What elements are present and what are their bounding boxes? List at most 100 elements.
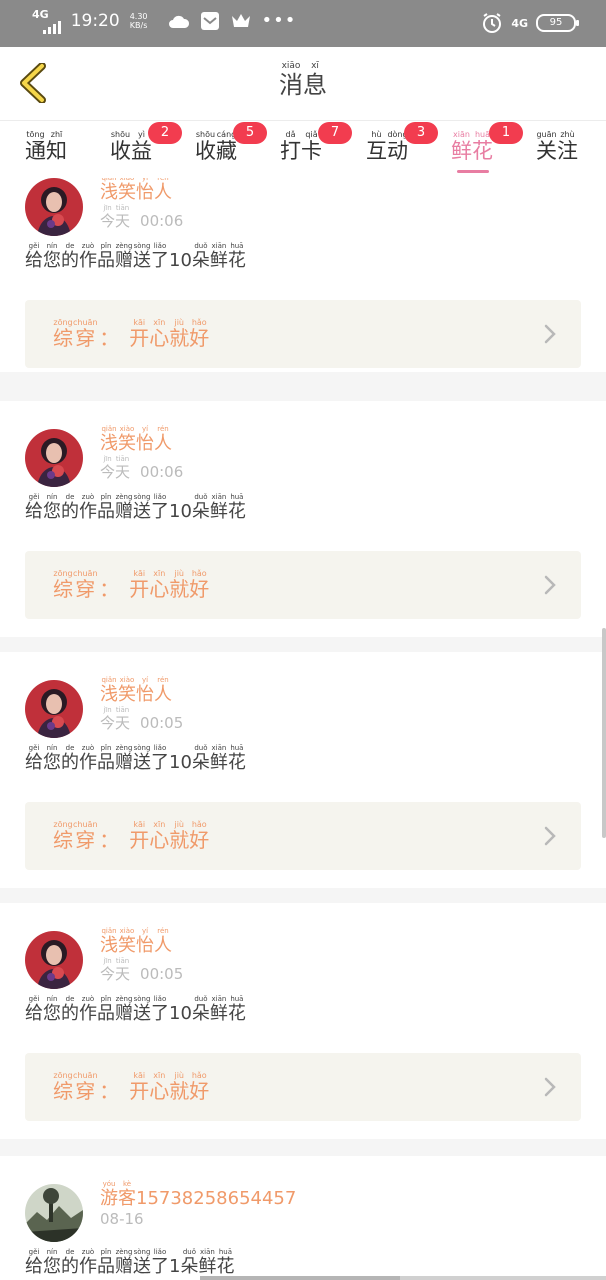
avatar[interactable] [25,178,83,236]
ruby-base: 品 [97,1003,115,1024]
message-card[interactable]: 浅qiǎn笑xiào怡yí人rén 今jīn天tiān00:05 给gěi您nín的… [0,652,606,888]
ruby-pinyin: yóu [100,1180,118,1188]
ruby-base: 的 [61,501,79,522]
ruby-base: 综 [53,326,73,350]
ruby-pinyin: kāi [129,569,150,578]
avatar[interactable] [25,429,83,487]
ruby-pinyin: jiù [169,1071,190,1080]
avatar[interactable] [25,680,83,738]
work-colon: ： [99,1079,120,1103]
ruby-base: 综 [53,1079,73,1103]
ruby-char: 送sòng [133,493,151,522]
ruby-pinyin: huā [227,744,246,752]
chevron-right-icon [544,575,556,595]
ruby-char: 朵duǒ [192,242,210,271]
tab-6[interactable]: 关guān注zhù [536,130,578,178]
ruby-pinyin: jiù [169,820,190,829]
ruby-base: 好 [189,577,210,601]
ruby-base: 了 [151,1003,169,1024]
ruby-char: 穿chuān [73,318,98,350]
message-card[interactable]: 浅qiǎn笑xiào怡yí人rén 今jīn天tiān00:06 给gěi您nín的… [0,401,606,637]
ruby-base: 作 [79,1003,97,1024]
ruby-base: 品 [97,752,115,773]
message-card[interactable]: 浅qiǎn笑xiào怡yí人rén 今jīn天tiān00:05 给gěi您nín的… [0,903,606,1139]
ruby-char: 作zuò [79,242,97,271]
ruby-char: 卡qiǎ [301,130,322,163]
ruby-base: 送 [133,501,151,522]
ruby-char: 花huā [228,242,246,271]
message-card[interactable]: 浅qiǎn笑xiào怡yí人rén 今jīn天tiān00:06 给gěi您nín的… [0,178,606,372]
ruby-pinyin: gěi [25,995,43,1003]
message-card[interactable]: 游yóu客kè15738258654457 08-16 给gěi您nín的de作zu… [0,1156,606,1280]
ruby-base: 人 [154,433,172,454]
ruby-pinyin: zèng [115,493,133,501]
avatar[interactable] [25,1184,83,1242]
tab-3[interactable]: 打dǎ卡qiǎ 7 [280,122,352,178]
ruby-pinyin: hǎo [189,820,210,829]
tab-2[interactable]: 收shōu藏cáng 5 [195,122,267,178]
ruby-char: 朵duǒ [180,1248,199,1277]
scrollbar[interactable] [602,628,606,838]
ruby-base: 动 [387,139,408,163]
ruby-pinyin: chuān [73,569,98,578]
ruby-base: 穿 [73,828,98,852]
ruby-char: 了liǎo [151,493,169,522]
ruby-base: 朵 [180,1256,199,1277]
ruby-char: 花huā [228,744,246,773]
work-link[interactable]: 综zōng穿chuān： 开kāi心xīn就jiù好hǎo [25,551,581,619]
ruby-pinyin: jīn [100,706,116,714]
username[interactable]: 浅qiǎn笑xiào怡yí人rén [100,676,172,706]
ruby-pinyin: shōu [110,130,131,139]
ruby-pinyin: nín [43,493,61,501]
tab-label: 收shōu藏cáng [195,130,237,165]
ruby-pinyin: xīn [149,1071,170,1080]
tab-4[interactable]: 互hù动dòng 3 [366,122,438,178]
ruby-char: 了liǎo [151,744,169,773]
ruby-base: 好 [189,1079,210,1103]
avatar[interactable] [25,931,83,989]
ruby-base: 作 [79,1256,97,1277]
ruby-base: 开 [129,1079,150,1103]
ruby-char: 就jiù [169,1071,189,1103]
ruby-char: 了liǎo [151,995,169,1024]
ruby-char: 收shōu [195,130,216,163]
ruby-char: 给gěi [25,995,43,1024]
ruby-base: 开 [129,828,150,852]
username[interactable]: 浅qiǎn笑xiào怡yí人rén [100,178,172,204]
ruby-char: 送sòng [133,242,151,271]
work-link[interactable]: 综zōng穿chuān： 开kāi心xīn就jiù好hǎo [25,1053,581,1121]
username[interactable]: 游yóu客kè15738258654457 [100,1180,296,1210]
ruby-base: 益 [131,139,152,163]
ruby-base: 的 [61,1256,79,1277]
ruby-char: 朵duǒ [192,995,210,1024]
ruby-base: 浅 [100,935,118,956]
ruby-base: 开 [129,326,150,350]
work-link[interactable]: 综zōng穿chuān： 开kāi心xīn就jiù好hǎo [25,802,581,870]
ruby-pinyin: zèng [115,744,133,752]
work-link[interactable]: 综zōng穿chuān： 开kāi心xīn就jiù好hǎo [25,300,581,368]
ruby-pinyin: zōng [53,820,73,829]
ruby-char: 给gěi [25,744,43,773]
ruby-pinyin: de [61,995,79,1003]
header: 消xiāo息xī [0,47,606,121]
ruby-char: 赠zèng [115,744,133,773]
ruby-char: 品pǐn [97,1248,115,1277]
ruby-char: 赠zèng [115,242,133,271]
ruby-base: 人 [154,684,172,705]
more-dots-icon: ••• [261,10,297,31]
username[interactable]: 浅qiǎn笑xiào怡yí人rén [100,425,172,455]
ruby-char: 互hù [366,130,387,163]
ruby-pinyin: kāi [129,318,150,327]
ruby-base: 作 [79,501,97,522]
username[interactable]: 浅qiǎn笑xiào怡yí人rén [100,927,172,957]
ruby-char: 花huā [216,1248,235,1277]
tab-1[interactable]: 收shōu益yì 2 [110,122,182,178]
crown-icon [231,13,250,27]
ruby-base: 花 [216,1256,235,1277]
ruby-base: 给 [25,250,43,271]
tab-0[interactable]: 通tōng知zhī [25,130,67,178]
ruby-base: 笑 [118,182,136,203]
ruby-pinyin: sòng [133,1248,151,1256]
ruby-base: 就 [169,828,190,852]
ruby-pinyin: qiǎn [100,425,118,433]
